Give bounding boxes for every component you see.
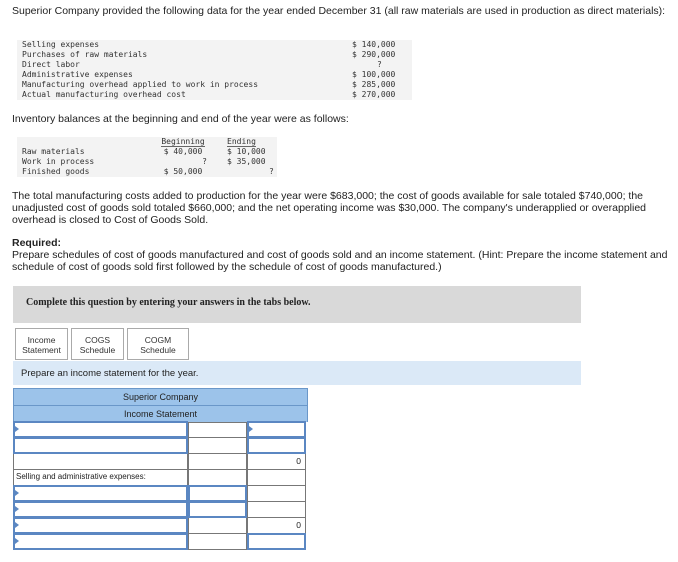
data-row: Selling expenses $ 140,000 — [17, 40, 412, 50]
amount-cell — [188, 470, 247, 486]
data-label: Administrative expenses — [22, 70, 133, 79]
ending-value: $ 10,000 — [227, 147, 266, 156]
data-label: Manufacturing overhead applied to work i… — [22, 80, 259, 89]
table-row: Selling and administrative expenses: — [13, 470, 308, 486]
data-row: Purchases of raw materials $ 290,000 — [17, 50, 412, 60]
amount-cell — [188, 534, 247, 550]
beginning-value: ? — [202, 157, 207, 166]
data-label: Purchases of raw materials — [22, 50, 148, 59]
table-row: Finished goods $ 50,000 ? — [17, 167, 277, 177]
data-row: Actual manufacturing overhead cost $ 270,… — [17, 90, 412, 100]
dropdown-arrow-icon — [15, 538, 19, 544]
dropdown-arrow-icon — [249, 426, 253, 432]
tab-income-statement[interactable]: Income Statement — [15, 328, 68, 360]
inventory-label: Raw materials — [22, 147, 85, 156]
subtotal-cell: 0 — [247, 454, 306, 470]
totals-paragraph: The total manufacturing costs added to p… — [12, 190, 647, 226]
table-row — [13, 485, 308, 502]
line-item-select[interactable] — [13, 421, 188, 438]
line-item-select[interactable] — [13, 517, 188, 534]
line-item-select[interactable] — [13, 501, 188, 518]
line-item-select[interactable] — [13, 533, 188, 550]
data-value: $ 285,000 — [352, 80, 396, 89]
table-row — [13, 533, 308, 550]
data-label: Actual manufacturing overhead cost — [22, 90, 186, 99]
tab-prompt: Prepare an income statement for the year… — [13, 361, 581, 385]
beginning-value: $ 40,000 — [163, 147, 203, 156]
tab-label-line2: Statement — [22, 345, 61, 355]
statement-title: Income Statement — [13, 405, 308, 422]
col-beginning: Beginning — [161, 137, 205, 147]
tab-cogs-schedule[interactable]: COGS Schedule — [71, 328, 124, 360]
table-row — [13, 421, 308, 438]
table-row: Raw materials $ 40,000 $ 10,000 — [17, 147, 277, 157]
data-label: Selling expenses — [22, 40, 100, 49]
label-cell — [13, 454, 188, 470]
data-row: Direct labor? — [17, 60, 412, 70]
inventory-table: Beginning Ending Raw materials $ 40,000 … — [17, 137, 277, 177]
data-label: Direct labor — [22, 60, 80, 69]
amount-input[interactable] — [188, 501, 247, 518]
tab-label-line1: COGS — [84, 335, 111, 345]
table-row: 0 — [13, 454, 308, 470]
inventory-intro: Inventory balances at the beginning and … — [12, 113, 349, 125]
tab-cogm-schedule[interactable]: COGM Schedule — [127, 328, 189, 360]
amount-cell — [188, 518, 247, 534]
ending-value: $ 35,000 — [227, 157, 266, 166]
total-cell: 0 — [247, 518, 306, 534]
dropdown-arrow-icon — [15, 426, 19, 432]
data-row: Administrative expenses $ 100,000 — [17, 70, 412, 80]
tab-label-line1: COGM — [144, 335, 172, 345]
amount-cell — [188, 438, 247, 454]
amount-cell — [188, 422, 247, 438]
selling-admin-label: Selling and administrative expenses: — [13, 470, 188, 486]
table-row — [13, 437, 308, 454]
amount-input[interactable] — [247, 437, 306, 454]
tab-label-line2: Schedule — [140, 345, 176, 355]
instruction-banner: Complete this question by entering your … — [13, 286, 581, 323]
ending-value: ? — [269, 167, 274, 176]
data-value: $ 100,000 — [352, 70, 396, 79]
data-value: ? — [377, 60, 382, 69]
total-value: 0 — [296, 520, 301, 530]
dropdown-arrow-icon — [15, 506, 19, 512]
subtotal-value: 0 — [296, 456, 301, 466]
tab-label-line1: Income — [27, 335, 56, 345]
dropdown-arrow-icon — [15, 490, 19, 496]
required-title: Required: — [12, 237, 62, 249]
amount-cell — [247, 486, 306, 502]
amount-input[interactable] — [247, 533, 306, 550]
dropdown-arrow-icon — [15, 522, 19, 528]
amount-input[interactable] — [247, 421, 306, 438]
table-row: Work in process ? $ 35,000 — [17, 157, 277, 167]
table-row — [13, 501, 308, 518]
selling-admin-text: Selling and administrative expenses: — [16, 472, 146, 481]
amount-input[interactable] — [188, 485, 247, 502]
inventory-label: Work in process — [22, 157, 95, 166]
inventory-label: Finished goods — [22, 167, 90, 176]
tab-label-line2: Schedule — [79, 345, 116, 355]
amount-cell — [188, 454, 247, 470]
data-value: $ 140,000 — [352, 40, 396, 49]
data-value: $ 270,000 — [352, 90, 396, 99]
data-row: Manufacturing overhead applied to work i… — [17, 80, 412, 90]
company-name: Superior Company — [13, 388, 308, 405]
income-statement-form: Superior Company Income Statement 0 Sell… — [13, 388, 308, 550]
table-row: 0 — [13, 517, 308, 534]
inventory-header: Beginning Ending — [17, 137, 277, 147]
amount-cell — [247, 502, 306, 518]
expense-data-table: Selling expenses $ 140,000 Purchases of r… — [17, 40, 412, 100]
question-tabs: Income Statement COGS Schedule COGM Sche… — [15, 328, 189, 360]
problem-intro: Superior Company provided the following … — [12, 5, 666, 17]
data-value: $ 290,000 — [352, 50, 396, 59]
beginning-value: $ 50,000 — [163, 167, 203, 176]
line-item-select[interactable] — [13, 437, 188, 454]
amount-cell — [247, 470, 306, 486]
line-item-select[interactable] — [13, 485, 188, 502]
col-ending: Ending — [227, 137, 256, 147]
required-text: Prepare schedules of cost of goods manuf… — [12, 249, 668, 273]
